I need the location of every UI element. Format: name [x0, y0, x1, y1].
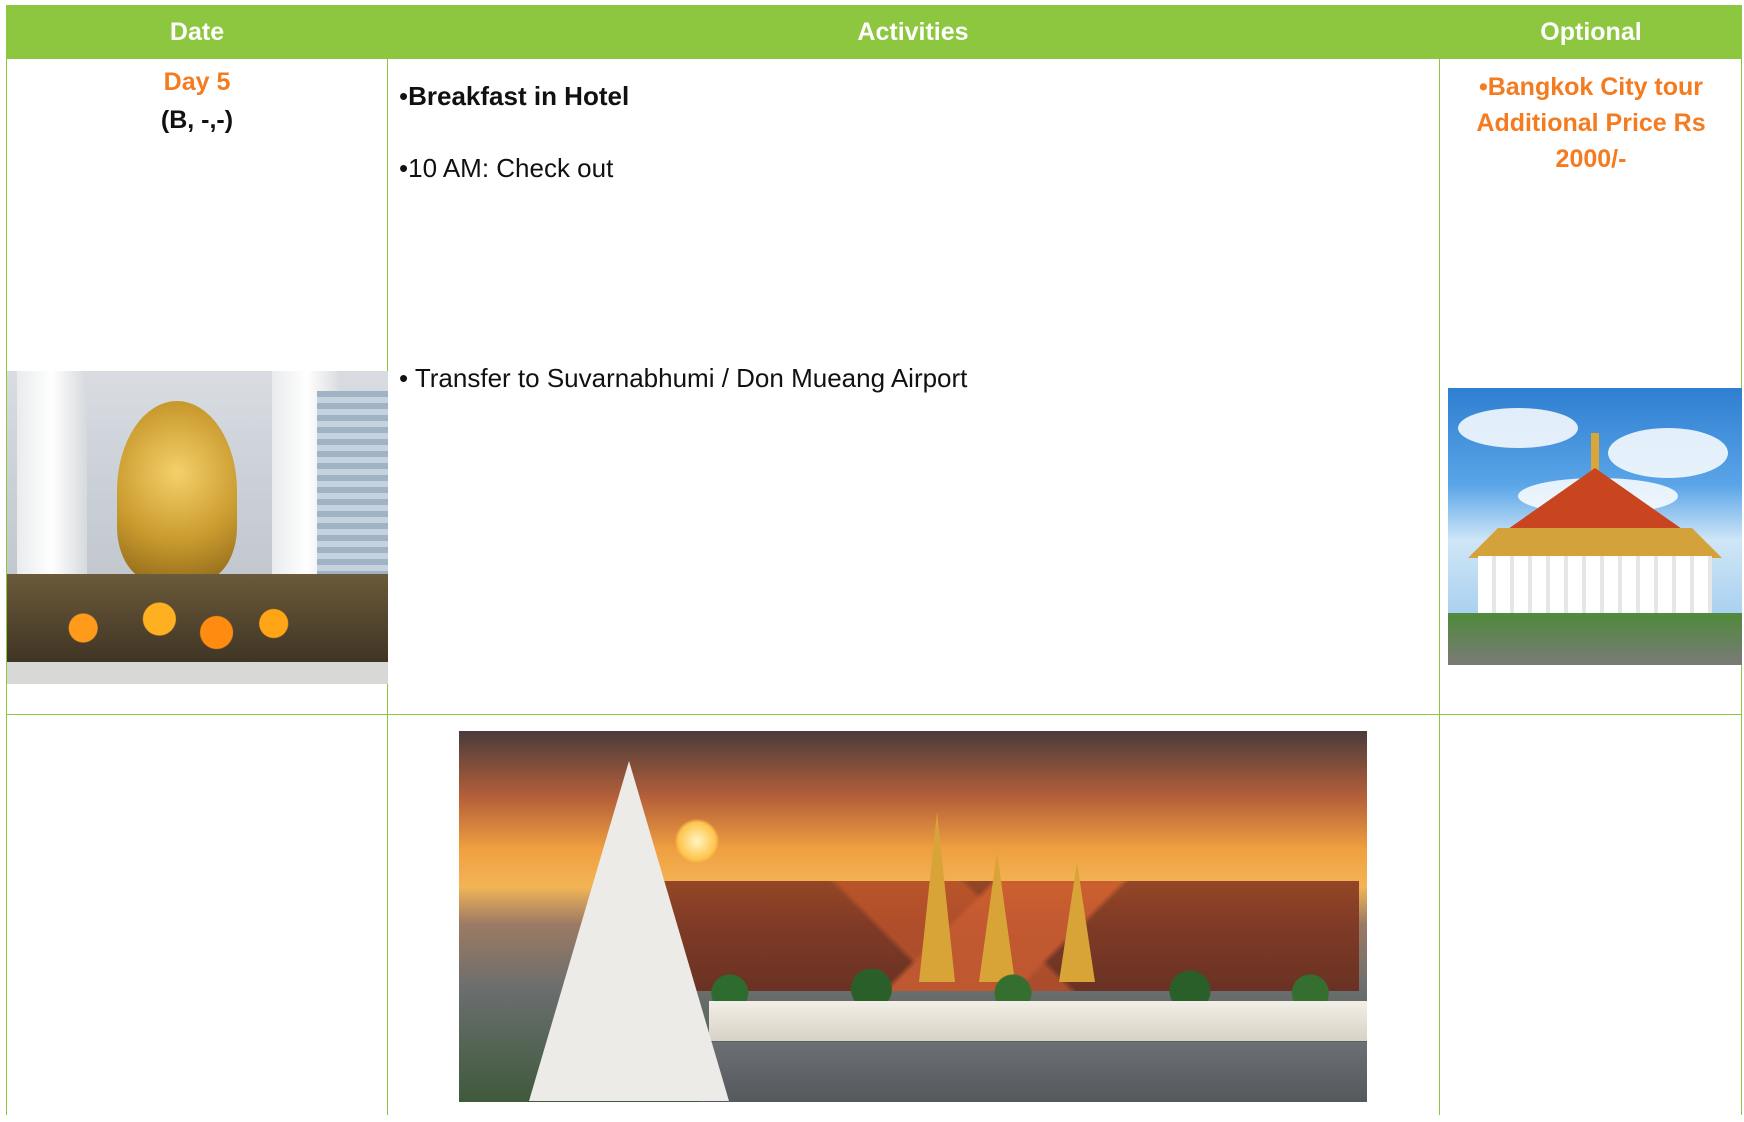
white-stupa [529, 761, 729, 1101]
activity-checkout: •10 AM: Check out [399, 153, 613, 184]
activity-transfer: • Transfer to Suvarnabhumi / Don Mueang … [399, 363, 967, 394]
road [699, 1042, 1367, 1102]
building-background [317, 391, 388, 591]
activity-text: Breakfast in Hotel [408, 81, 630, 111]
header-date: Date [169, 18, 225, 46]
activity-text: Transfer to Suvarnabhumi / Don Mueang Ai… [414, 363, 968, 393]
header-activities: Activities [857, 18, 969, 46]
ganesha-statue [117, 401, 237, 581]
day-meals: (B, -,-) [160, 106, 234, 134]
marble-temple-image [1448, 388, 1742, 665]
itinerary-table: Date Activities Optional Day 5 (B, -,-) … [6, 5, 1742, 1115]
golden-spire [919, 812, 955, 982]
bullet: • [399, 153, 409, 183]
optional-line: Additional Price Rs [1476, 109, 1706, 137]
temple-facade [1478, 556, 1712, 616]
shrine-floor [7, 662, 388, 684]
golden-spire [979, 852, 1015, 982]
day-title: Day 5 [163, 68, 231, 96]
table-header: Date Activities Optional [7, 5, 1741, 59]
activity-breakfast: •Breakfast in Hotel [399, 81, 629, 112]
header-optional: Optional [1540, 18, 1642, 46]
flower-offerings [7, 574, 388, 664]
activity-text: 10 AM: Check out [408, 153, 614, 183]
temple-eaves [1468, 528, 1722, 558]
temple-grounds [1448, 613, 1742, 665]
optional-line: •Bangkok City tour [1478, 73, 1704, 101]
row-divider [7, 714, 1741, 715]
temple-spire [1591, 433, 1599, 473]
palace-wall [709, 1001, 1367, 1041]
optional-tour: •Bangkok City tour Additional Price Rs 2… [1439, 69, 1743, 177]
grand-palace-image [459, 731, 1367, 1102]
golden-spire [1059, 862, 1095, 982]
optional-line: 2000/- [1555, 145, 1627, 173]
bullet: • [399, 81, 409, 111]
ganesha-shrine-image [7, 371, 388, 684]
bullet: • [399, 363, 415, 393]
cloud [1458, 408, 1578, 448]
